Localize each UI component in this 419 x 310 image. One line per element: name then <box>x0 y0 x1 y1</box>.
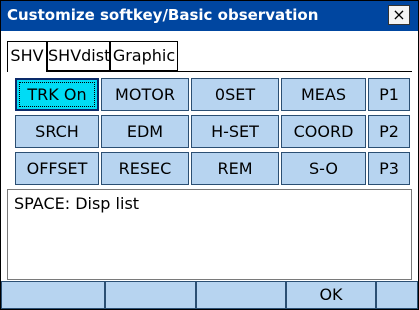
dialog-window: Customize softkey/Basic observation × SH… <box>0 0 419 310</box>
tab-shvdist[interactable]: SHVdist <box>47 41 110 71</box>
title-bar: Customize softkey/Basic observation × <box>1 1 418 31</box>
softkey-srch[interactable]: SRCH <box>15 115 99 148</box>
info-panel: SPACE: Disp list <box>7 189 412 280</box>
softkey-offset[interactable]: OFFSET <box>15 152 99 185</box>
tab-divider <box>47 71 412 72</box>
softkey-motor[interactable]: MOTOR <box>101 78 189 111</box>
function-key-bar: OK <box>1 281 418 309</box>
softkey-coord[interactable]: COORD <box>281 115 366 148</box>
softkey-trk-on[interactable]: TRK On <box>15 78 99 111</box>
dialog-title: Customize softkey/Basic observation <box>7 6 319 24</box>
softkey-0set[interactable]: 0SET <box>191 78 279 111</box>
softkey-h-set[interactable]: H-SET <box>191 115 279 148</box>
ok-button[interactable]: OK <box>286 281 376 309</box>
softkey-meas[interactable]: MEAS <box>281 78 366 111</box>
function-key-5[interactable] <box>376 281 418 309</box>
softkey-edm[interactable]: EDM <box>101 115 189 148</box>
softkey-page-p3[interactable]: P3 <box>368 152 410 185</box>
close-icon: × <box>392 5 406 24</box>
tab-graphic[interactable]: Graphic <box>110 41 178 71</box>
softkey-grid: TRK On MOTOR 0SET MEAS P1 SRCH EDM H-SET… <box>13 78 410 187</box>
function-key-3[interactable] <box>196 281 286 309</box>
function-key-1[interactable] <box>1 281 105 309</box>
softkey-resec[interactable]: RESEC <box>101 152 189 185</box>
softkey-rem[interactable]: REM <box>191 152 279 185</box>
info-text: SPACE: Disp list <box>14 194 140 213</box>
function-key-2[interactable] <box>105 281 196 309</box>
tab-shv[interactable]: SHV <box>7 41 47 72</box>
softkey-s-o[interactable]: S-O <box>281 152 366 185</box>
close-button[interactable]: × <box>388 5 410 25</box>
softkey-page-p1[interactable]: P1 <box>368 78 410 111</box>
softkey-page-p2[interactable]: P2 <box>368 115 410 148</box>
